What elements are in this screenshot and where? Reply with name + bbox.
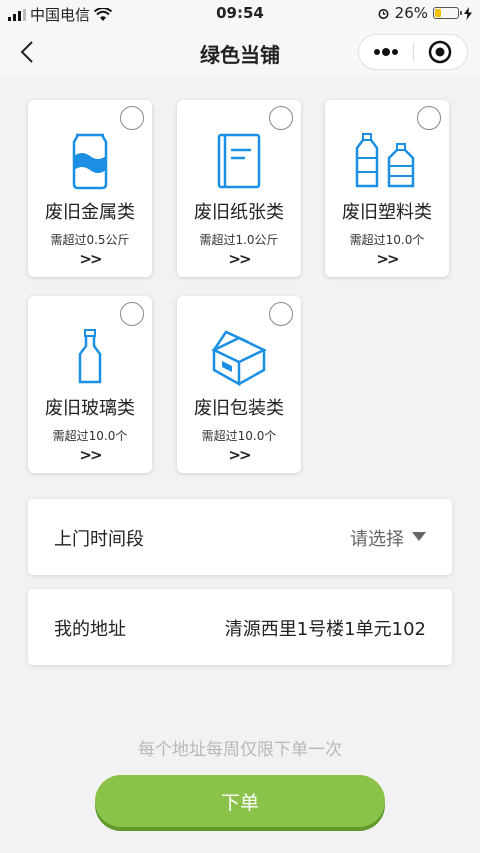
double-chevron-down-icon: >>	[228, 446, 251, 464]
nav-bar: 绿色当铺	[0, 28, 480, 76]
category-requirement: 需超过1.0公斤	[199, 233, 279, 247]
time-slot-value: 请选择	[350, 529, 404, 550]
more-dots-icon	[373, 48, 398, 56]
category-card-packaging[interactable]: 废旧包装类 需超过10.0个 >>	[177, 296, 301, 473]
category-card-metal[interactable]: 废旧金属类 需超过0.5公斤 >>	[28, 100, 152, 277]
time-slot-label: 上门时间段	[54, 529, 144, 550]
order-limit-notice: 每个地址每周仅限下单一次	[138, 740, 342, 760]
double-chevron-down-icon: >>	[228, 250, 251, 268]
category-name: 废旧纸张类	[194, 202, 284, 223]
address-value: 清源西里1号楼1单元102	[224, 619, 426, 640]
category-name: 废旧包装类	[194, 398, 284, 419]
category-requirement: 需超过10.0个	[201, 429, 277, 443]
category-name: 废旧塑料类	[342, 202, 432, 223]
double-chevron-down-icon: >>	[376, 250, 399, 268]
select-radio[interactable]	[120, 106, 144, 130]
back-button[interactable]	[14, 38, 42, 66]
time-slot-selector[interactable]: 上门时间段 请选择	[28, 499, 452, 575]
select-radio[interactable]	[269, 106, 293, 130]
address-row[interactable]: 我的地址 清源西里1号楼1单元102	[28, 589, 452, 665]
status-bar: 中国电信 09:54 26%	[0, 0, 480, 28]
select-radio[interactable]	[417, 106, 441, 130]
category-name: 废旧金属类	[45, 202, 135, 223]
chevron-left-icon	[20, 41, 33, 63]
wifi-icon	[94, 7, 113, 21]
glass-bottle-icon	[28, 328, 152, 386]
category-card-plastic[interactable]: 废旧塑料类 需超过10.0个 >>	[325, 100, 449, 277]
can-icon	[28, 132, 152, 190]
submit-order-button[interactable]: 下单	[95, 775, 385, 827]
carrier-group: 中国电信	[8, 4, 113, 25]
target-close-icon	[429, 40, 452, 64]
battery-percent: 26%	[394, 4, 428, 22]
double-chevron-down-icon: >>	[79, 446, 102, 464]
double-chevron-down-icon: >>	[79, 250, 102, 268]
alarm-icon	[378, 8, 389, 19]
select-radio[interactable]	[269, 302, 293, 326]
status-right: 26%	[377, 4, 472, 22]
category-card-glass[interactable]: 废旧玻璃类 需超过10.0个 >>	[28, 296, 152, 473]
plastic-bottles-icon	[325, 132, 449, 190]
close-mini-program-button[interactable]	[414, 35, 468, 69]
carrier-label: 中国电信	[30, 6, 91, 24]
category-card-paper[interactable]: 废旧纸张类 需超过1.0公斤 >>	[177, 100, 301, 277]
category-name: 废旧玻璃类	[45, 398, 135, 419]
box-icon	[177, 328, 301, 386]
more-button[interactable]	[359, 35, 413, 69]
mini-program-capsule	[358, 34, 468, 70]
signal-icon	[8, 8, 26, 21]
caret-down-icon	[412, 532, 426, 541]
address-label: 我的地址	[54, 619, 126, 640]
select-radio[interactable]	[120, 302, 144, 326]
category-requirement: 需超过0.5公斤	[50, 233, 130, 247]
battery-fill	[435, 9, 441, 17]
paper-icon	[177, 132, 301, 190]
battery-icon	[433, 7, 462, 19]
category-requirement: 需超过10.0个	[349, 233, 425, 247]
charging-icon	[464, 6, 472, 20]
category-requirement: 需超过10.0个	[52, 429, 128, 443]
